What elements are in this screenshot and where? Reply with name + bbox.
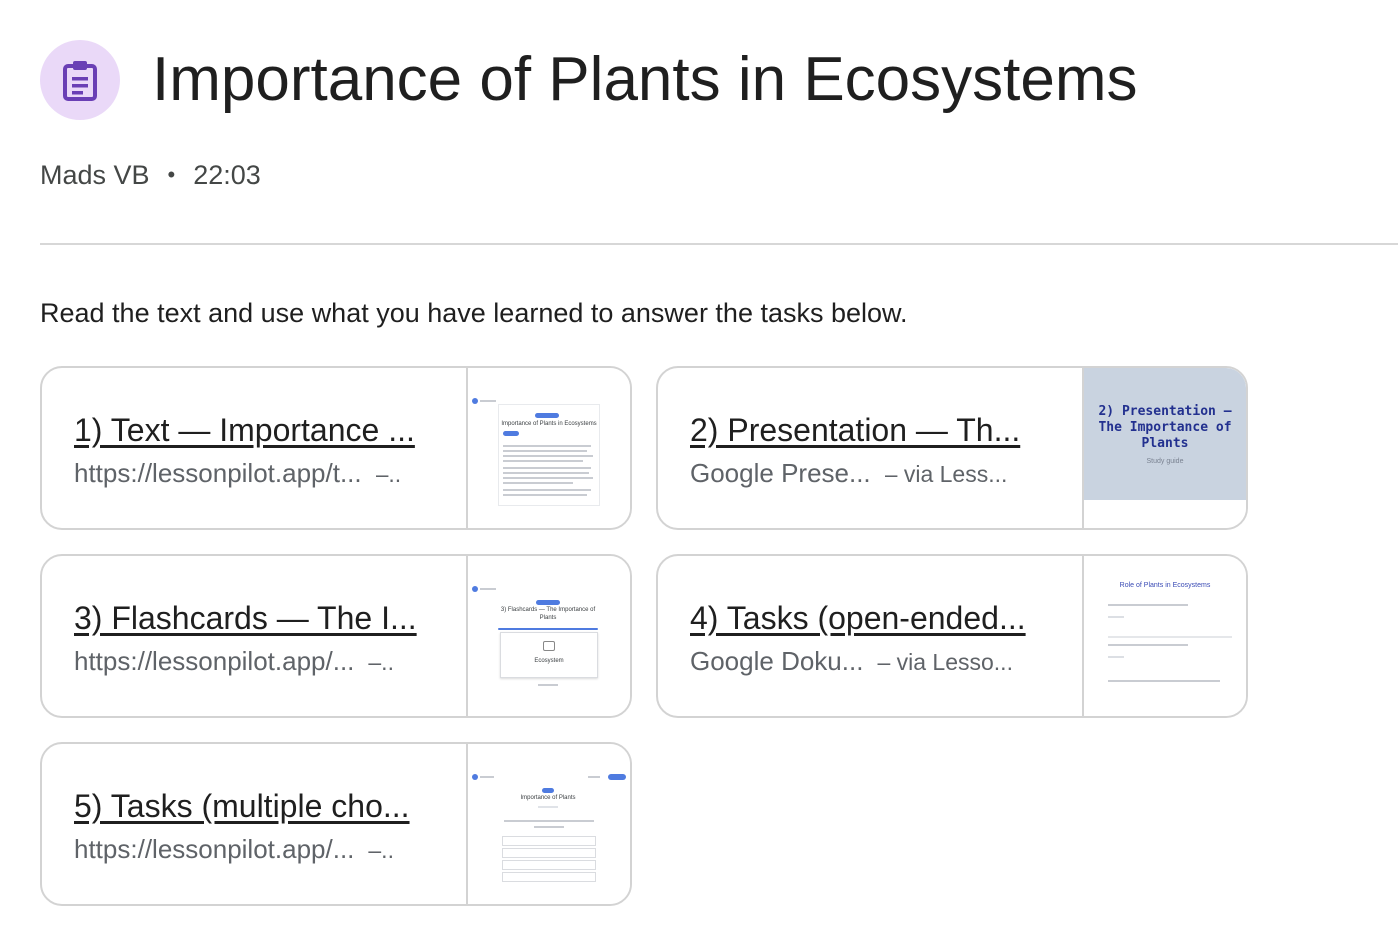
attachment-card-quiz[interactable]: 5) Tasks (multiple cho... https://lesson… [40, 742, 632, 906]
attachment-via: –.. [368, 648, 394, 675]
attachment-title[interactable]: 5) Tasks (multiple cho... [74, 786, 430, 826]
attachment-info[interactable]: 2) Presentation — Th... Google Prese... … [658, 368, 1084, 528]
attachment-card-document[interactable]: 4) Tasks (open-ended... Google Doku... –… [656, 554, 1248, 718]
attachment-via: –.. [375, 460, 402, 487]
thumbnail-heading: Importance of Plants in Ecosystems [501, 421, 597, 427]
attachment-thumbnail[interactable]: Importance of Plants [468, 744, 630, 904]
attachment-source: https://lessonpilot.app/... [74, 645, 355, 676]
attachment-subtitle: https://lessonpilot.app/... –.. [74, 832, 466, 867]
attachment-thumbnail[interactable]: Importance of Plants in Ecosystems [468, 368, 630, 528]
attachment-source: Google Prese... [690, 457, 871, 488]
post-meta: Mads VB • 22:03 [40, 158, 261, 192]
attachment-title[interactable]: 3) Flashcards — The I... [74, 598, 430, 638]
attachment-subtitle: Google Doku... – via Lesso... [690, 644, 1082, 679]
attachment-thumbnail[interactable]: 2) Presentation — The Importance of Plan… [1084, 368, 1246, 528]
attachment-via: – via Less... [884, 460, 1008, 487]
attachment-thumbnail[interactable]: Role of Plants in Ecosystems [1084, 556, 1246, 716]
attachment-info[interactable]: 1) Text — Importance ... https://lessonp… [42, 368, 468, 528]
attachment-thumbnail[interactable]: 3) Flashcards — The Importance of Plants… [468, 556, 630, 716]
attachment-via: – via Lesso... [877, 648, 1013, 675]
meta-separator: • [167, 162, 176, 187]
assignment-icon [40, 40, 120, 120]
thumbnail-heading: Importance of Plants [520, 795, 576, 801]
attachment-source: Google Doku... [690, 645, 864, 676]
assignment-page: Importance of Plants in Ecosystems Mads … [0, 0, 1398, 934]
divider [40, 243, 1398, 245]
thumbnail-heading: 2) Presentation — The Importance of Plan… [1098, 403, 1232, 451]
attachment-subtitle: Google Prese... – via Less... [690, 456, 1082, 491]
attachment-subtitle: https://lessonpilot.app/t... –.. [74, 456, 466, 491]
thumbnail-subheading: Study guide [1146, 457, 1184, 465]
post-time: 22:03 [193, 160, 261, 190]
attachment-info[interactable]: 5) Tasks (multiple cho... https://lesson… [42, 744, 468, 904]
attachment-card-flashcards[interactable]: 3) Flashcards — The I... https://lessonp… [40, 554, 632, 718]
attachment-source: https://lessonpilot.app/t... [74, 457, 362, 488]
instructions-text: Read the text and use what you have lear… [40, 298, 908, 328]
attachment-title[interactable]: 2) Presentation — Th... [690, 410, 1046, 450]
thumbnail-heading: 3) Flashcards — The Importance of Plants [500, 607, 596, 621]
attachment-info[interactable]: 3) Flashcards — The I... https://lessonp… [42, 556, 468, 716]
attachment-info[interactable]: 4) Tasks (open-ended... Google Doku... –… [658, 556, 1084, 716]
attachment-title[interactable]: 1) Text — Importance ... [74, 410, 430, 450]
thumbnail-heading: Role of Plants in Ecosystems [1119, 582, 1211, 589]
author-name: Mads VB [40, 160, 150, 190]
attachment-subtitle: https://lessonpilot.app/... –.. [74, 644, 466, 679]
page-title: Importance of Plants in Ecosystems [152, 45, 1138, 114]
attachment-source: https://lessonpilot.app/... [74, 833, 355, 864]
flashcard-term: Ecosystem [534, 658, 564, 664]
attachment-via: –.. [368, 836, 394, 863]
attachment-title[interactable]: 4) Tasks (open-ended... [690, 598, 1046, 638]
attachment-card-text[interactable]: 1) Text — Importance ... https://lessonp… [40, 366, 632, 530]
attachment-card-presentation[interactable]: 2) Presentation — Th... Google Prese... … [656, 366, 1248, 530]
slide-preview: 2) Presentation — The Importance of Plan… [1084, 368, 1246, 500]
